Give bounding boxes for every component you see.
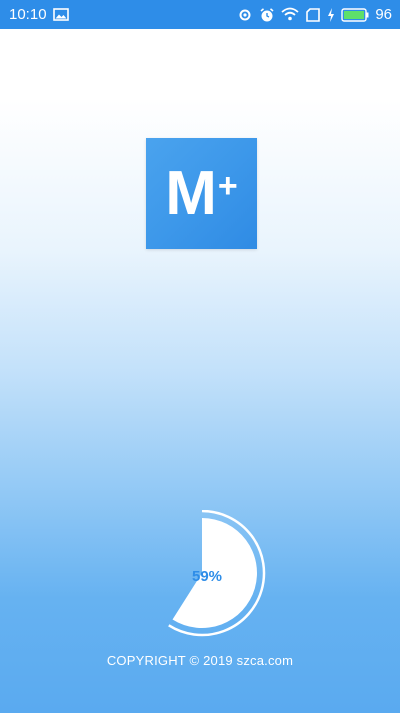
wifi-icon — [281, 7, 299, 22]
loading-progress: 59% — [142, 510, 272, 640]
image-icon — [52, 8, 69, 21]
status-time: 10:10 — [9, 6, 47, 23]
logo-text: M+ — [146, 163, 257, 225]
logo-plus: + — [217, 167, 238, 205]
battery-icon — [341, 7, 369, 22]
logo-letter: M — [165, 159, 217, 228]
sync-icon — [237, 7, 253, 23]
status-bar: 10:10 96 — [0, 0, 400, 29]
charging-icon — [327, 7, 335, 22]
app-logo: M+ — [146, 138, 257, 249]
sim-icon — [305, 7, 321, 22]
alarm-icon — [259, 7, 275, 23]
status-bar-left: 10:10 — [9, 6, 69, 23]
progress-percent: 59% — [191, 568, 223, 585]
battery-level: 96 — [375, 6, 392, 23]
copyright-text: COPYRIGHT © 2019 szca.com — [106, 653, 294, 668]
status-bar-right: 96 — [237, 6, 392, 23]
